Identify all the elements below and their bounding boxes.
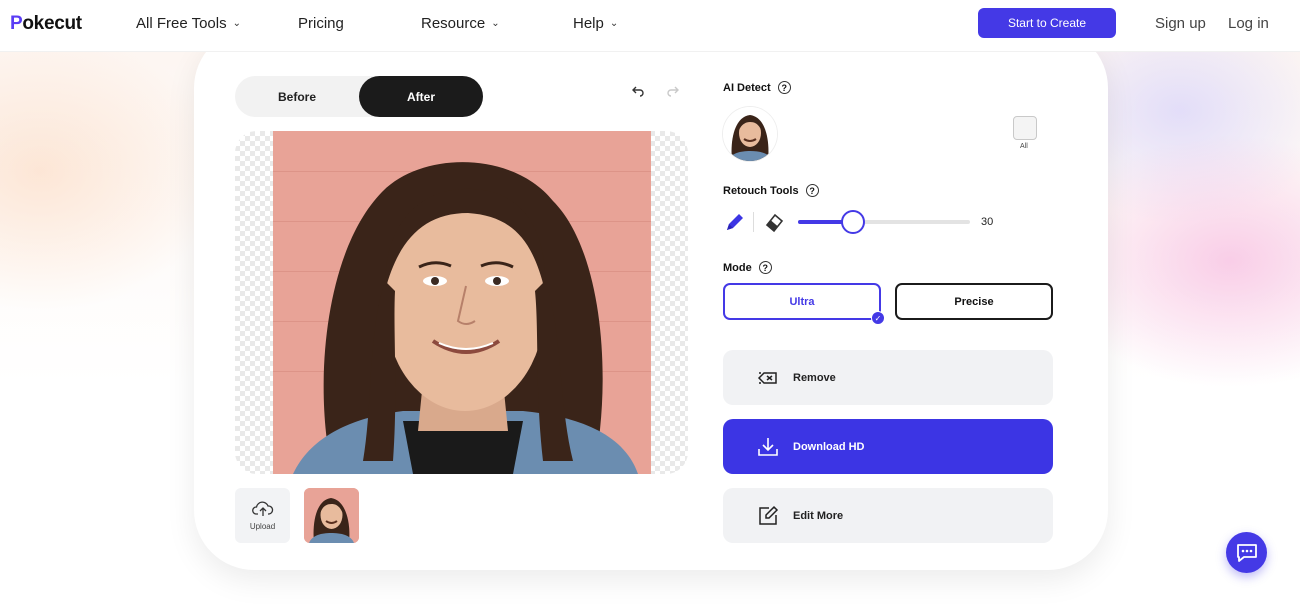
image-canvas[interactable]	[235, 131, 688, 474]
logo-text: okecut	[22, 13, 82, 34]
download-hd-button[interactable]: Download HD	[723, 419, 1053, 474]
check-icon: ✓	[871, 311, 885, 325]
help-icon[interactable]: ?	[777, 81, 791, 94]
mode-ultra-button[interactable]: Ultra	[723, 283, 881, 320]
mode-label: Mode	[723, 261, 752, 274]
image-thumbnail[interactable]	[304, 488, 359, 543]
mode-precise-button[interactable]: Precise	[895, 283, 1053, 320]
retouch-tools-label: Retouch Tools	[723, 184, 799, 197]
chat-icon[interactable]	[1226, 532, 1267, 573]
mode-heading: Mode ?	[723, 261, 772, 274]
after-tab[interactable]: After	[359, 76, 483, 117]
chevron-down-icon: ⌄	[609, 18, 619, 29]
result-photo	[273, 131, 651, 474]
ai-detect-label: AI Detect	[723, 81, 771, 94]
brush-size-value: 30	[981, 216, 994, 228]
tool-divider	[753, 212, 754, 232]
nav-help[interactable]: Help ⌄	[573, 15, 618, 32]
chevron-down-icon: ⌄	[232, 18, 241, 29]
brush-size-slider-thumb[interactable]	[841, 210, 866, 234]
start-to-create-button[interactable]: Start to Create	[978, 8, 1116, 38]
remove-label: Remove	[793, 371, 836, 384]
help-icon[interactable]: ?	[805, 184, 819, 197]
logo-mark: P	[10, 13, 23, 34]
help-icon[interactable]: ?	[758, 261, 772, 274]
upload-icon	[251, 501, 273, 516]
brush-size-slider[interactable]	[798, 220, 970, 224]
nav-item-label: Resource	[421, 15, 486, 32]
sign-up-link[interactable]: Sign up	[1155, 15, 1206, 32]
nav-item-label: Pricing	[298, 15, 344, 32]
nav-resource[interactable]: Resource ⌄	[421, 15, 500, 32]
select-all-label: All	[1020, 143, 1028, 150]
chevron-down-icon: ⌄	[491, 18, 500, 29]
download-icon	[757, 436, 779, 458]
log-in-link[interactable]: Log in	[1228, 15, 1269, 32]
eraser-icon[interactable]	[763, 211, 785, 238]
download-hd-label: Download HD	[793, 440, 865, 453]
edit-more-button[interactable]: Edit More	[723, 488, 1053, 543]
remove-icon	[757, 367, 779, 389]
upload-label: Upload	[249, 522, 276, 531]
ai-detect-heading: AI Detect ?	[723, 81, 791, 94]
edit-icon	[757, 505, 779, 527]
upload-button[interactable]: Upload	[235, 488, 290, 543]
edit-more-label: Edit More	[793, 509, 844, 522]
before-tab[interactable]: Before	[235, 76, 359, 117]
nav-pricing[interactable]: Pricing	[298, 15, 344, 32]
retouch-tools-heading: Retouch Tools ?	[723, 184, 819, 197]
select-all-checkbox[interactable]	[1013, 116, 1037, 140]
nav-item-label: Help	[573, 15, 604, 32]
nav-all-free-tools[interactable]: All Free Tools ⌄	[136, 15, 241, 32]
top-navbar: Pokecut All Free Tools ⌄ Pricing Resourc…	[0, 0, 1300, 51]
redo-icon[interactable]	[666, 84, 680, 103]
before-after-toggle: Before After	[235, 76, 483, 117]
logo[interactable]: Pokecut	[10, 13, 82, 35]
pencil-icon[interactable]	[724, 211, 746, 238]
nav-item-label: All Free Tools	[136, 15, 227, 32]
undo-icon[interactable]	[631, 84, 645, 103]
detected-subject-avatar[interactable]	[723, 107, 777, 161]
remove-button[interactable]: Remove	[723, 350, 1053, 405]
